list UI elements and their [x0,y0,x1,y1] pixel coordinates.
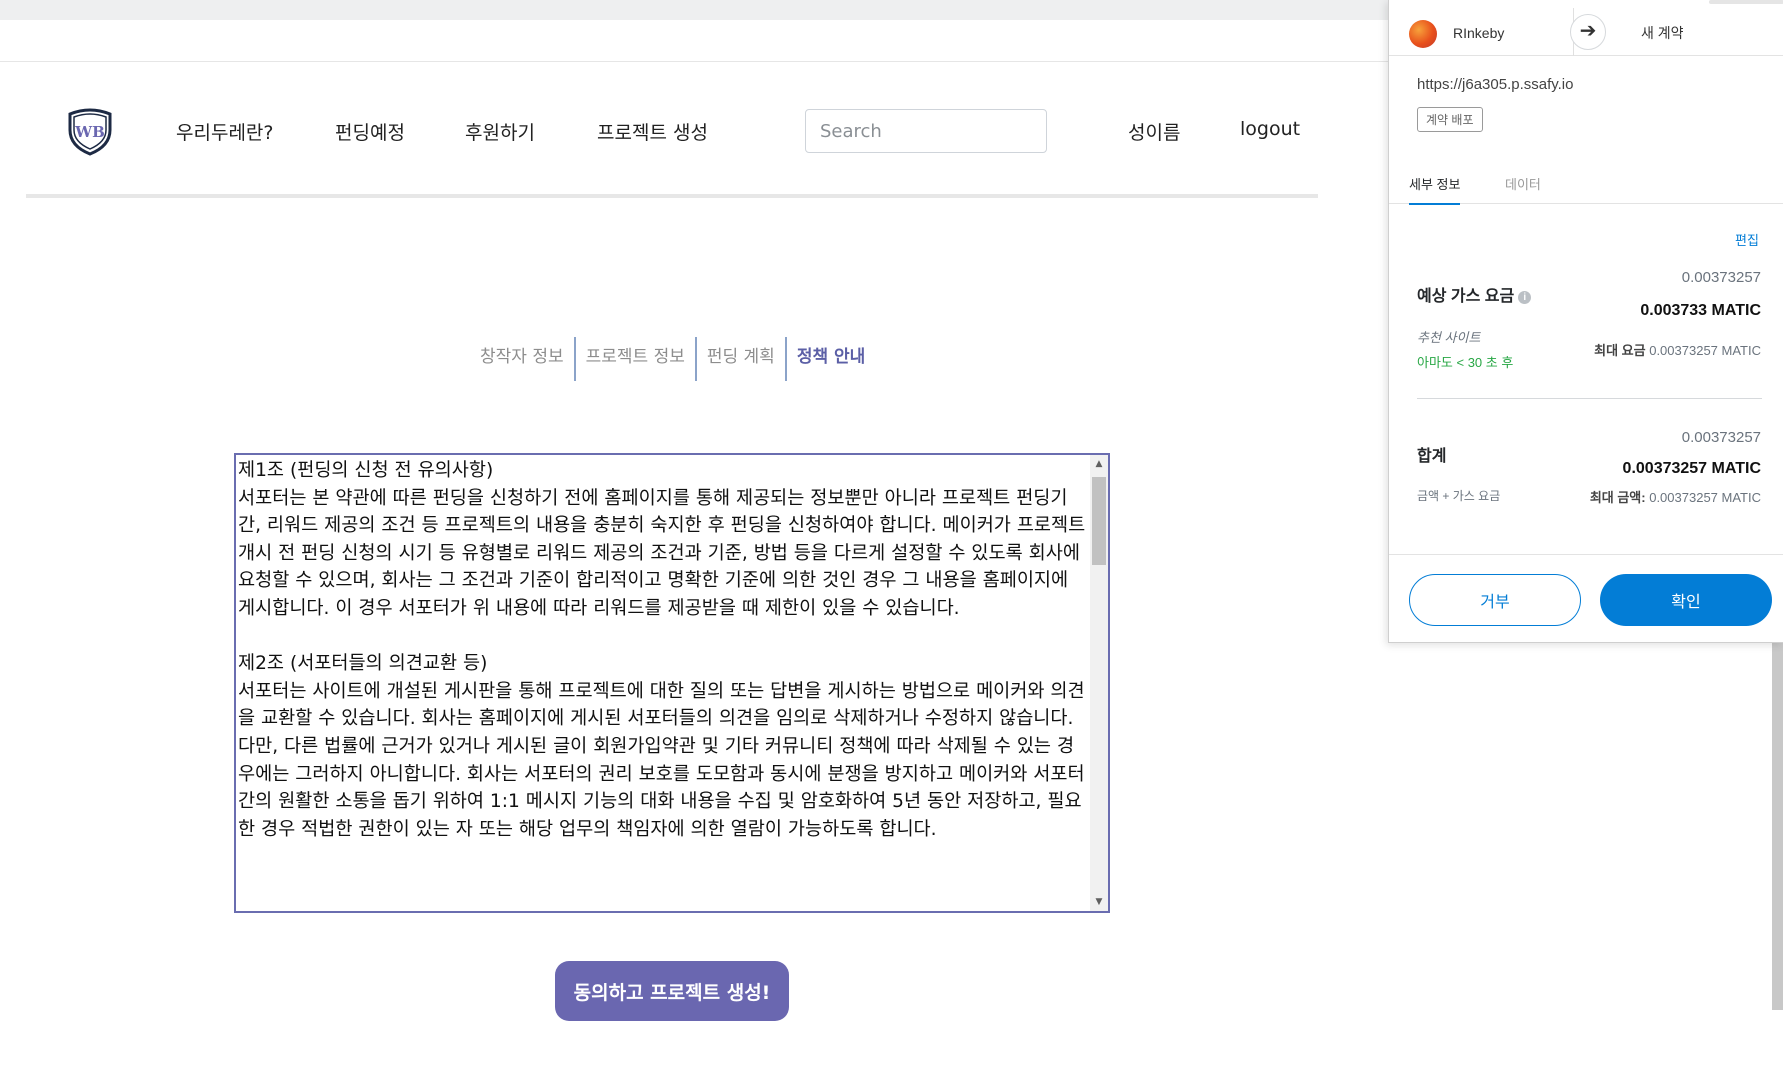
popup-footer-divider [1389,554,1783,555]
logout-link[interactable]: logout [1240,118,1300,140]
scroll-up-icon[interactable]: ▲ [1090,455,1108,473]
suggested-site-label: 추천 사이트 [1417,330,1481,345]
total-max-value: 0.00373257 MATIC [1649,490,1761,505]
total-subtext: 금액 + 가스 요금 [1417,489,1501,503]
account-row: RInkeby ➔ 새 계약 [1389,8,1783,56]
edit-gas-link[interactable]: 편집 [1735,230,1759,249]
agree-create-project-button[interactable]: 동의하고 프로젝트 생성! [555,961,789,1021]
nav-item-create-project[interactable]: 프로젝트 생성 [597,118,708,145]
step-policy-guide[interactable]: 정책 안내 [784,337,875,381]
svg-text:WB: WB [74,123,105,141]
total-max-label: 최대 금액: [1589,490,1646,505]
arrow-right-icon: ➔ [1570,14,1606,50]
total-label: 합계 [1417,448,1447,465]
page-scrollbar[interactable] [1772,640,1783,1010]
terms-text: 제1조 (펀딩의 신청 전 유의사항) 서포터는 본 약관에 따른 펀딩을 신청… [238,460,1086,840]
chrome-divider [0,61,1390,62]
target-contract-label: 새 계약 [1641,25,1684,41]
scroll-down-icon[interactable]: ▼ [1090,893,1108,911]
estimated-speed: 아마도 < 30 초 후 [1417,355,1514,370]
max-fee: 최대 요금 0.00373257 MATIC [1594,340,1761,359]
search-input[interactable] [805,109,1047,153]
total-fiat: 0.00373257 [1681,429,1761,446]
step-project-info[interactable]: 프로젝트 정보 [573,337,695,381]
contract-deploy-badge: 계약 배포 [1417,107,1483,132]
nav-item-about[interactable]: 우리두레란? [176,118,274,145]
terms-textarea[interactable]: 제1조 (펀딩의 신청 전 유의사항) 서포터는 본 약관에 따른 펀딩을 신청… [234,453,1110,913]
account-avatar [1409,20,1437,48]
reject-button[interactable]: 거부 [1409,574,1581,626]
max-fee-label: 최대 요금 [1594,343,1646,358]
info-icon[interactable]: i [1518,291,1532,304]
total-native: 0.00373257 MATIC [1622,460,1761,477]
site-logo-icon[interactable]: WB [64,108,116,156]
nav-item-support[interactable]: 후원하기 [465,118,535,145]
tab-data[interactable]: 데이터 [1505,174,1541,203]
gas-fee-label: 예상 가스 요금 i [1417,282,1532,306]
origin-url: https://j6a305.p.ssafy.io [1417,76,1574,93]
gas-fee-label-text: 예상 가스 요금 [1417,288,1515,305]
user-name-link[interactable]: 성이름 [1128,118,1180,145]
wallet-confirm-popup: RInkeby ➔ 새 계약 https://j6a305.p.ssafy.io… [1388,0,1783,643]
network-name: RInkeby [1453,25,1505,41]
step-navigation: 창작자 정보 프로젝트 정보 펀딩 계획 정책 안내 [470,337,875,381]
max-fee-value: 0.00373257 MATIC [1649,343,1761,358]
nav-item-upcoming[interactable]: 펀딩예정 [335,118,405,145]
header-divider [26,194,1318,198]
step-funding-plan[interactable]: 펀딩 계획 [694,337,785,381]
gas-fee-fiat: 0.00373257 [1681,269,1761,286]
popup-tabs: 세부 정보 데이터 [1389,168,1783,205]
confirm-button[interactable]: 확인 [1600,574,1772,626]
gas-fee-native: 0.003733 MATIC [1640,302,1761,319]
popup-divider [1417,398,1762,399]
popup-top-grip [1709,0,1783,4]
step-creator-info[interactable]: 창작자 정보 [470,337,574,381]
terms-scroll-thumb[interactable] [1092,477,1106,565]
total-max-amount: 최대 금액: 0.00373257 MATIC [1590,487,1761,506]
tab-details[interactable]: 세부 정보 [1409,174,1461,205]
terms-scrollbar[interactable]: ▲ ▼ [1090,455,1108,911]
